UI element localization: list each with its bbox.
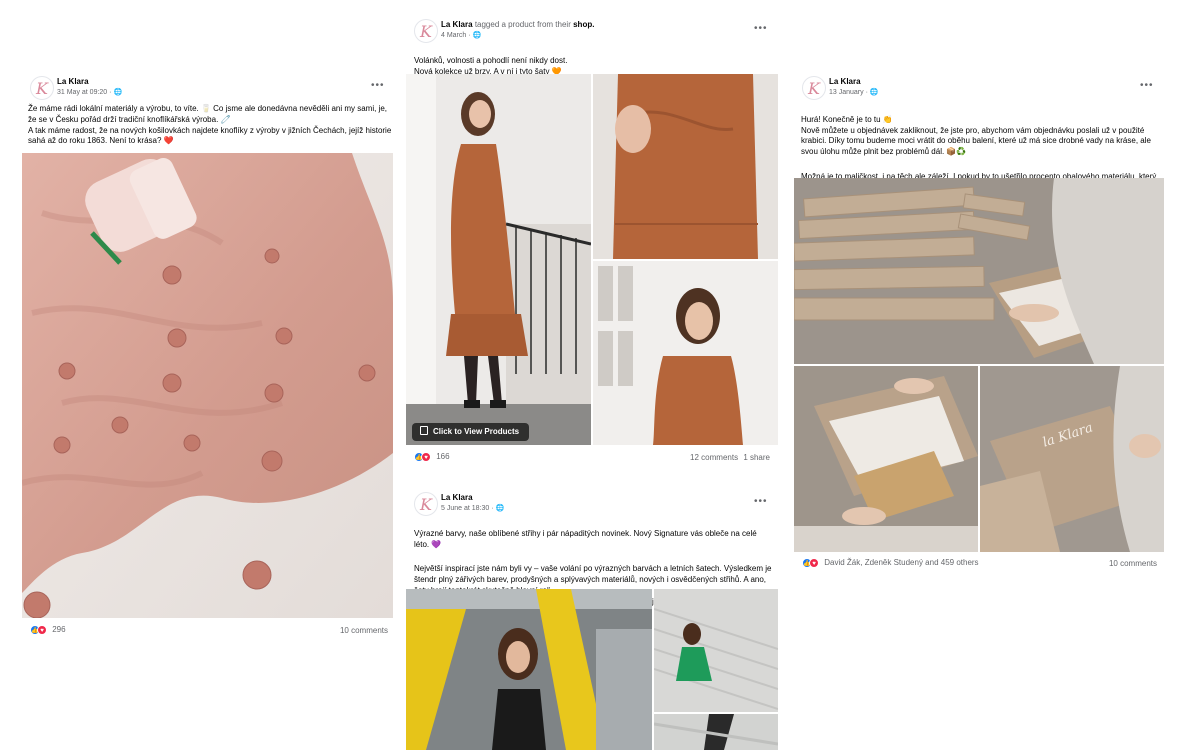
- post-photo-portrait[interactable]: [593, 261, 778, 445]
- globe-icon: 🌐: [472, 32, 482, 39]
- post-photo-side-1[interactable]: [654, 589, 778, 712]
- post-date[interactable]: 31 May at 09:20: [57, 89, 107, 96]
- box-logo-photo: [980, 366, 1164, 552]
- post-photo-bottom-left[interactable]: [794, 366, 978, 552]
- more-options-icon[interactable]: •••: [1140, 80, 1154, 91]
- post-date[interactable]: 13 January: [829, 89, 864, 96]
- shopping-bag-icon: [420, 426, 428, 435]
- page-avatar[interactable]: K: [414, 19, 438, 43]
- post-photo-detail[interactable]: [593, 74, 778, 259]
- comments-count[interactable]: 12 comments: [690, 453, 738, 462]
- love-icon: ♥: [809, 558, 819, 568]
- black-dress-photo: [406, 589, 652, 750]
- page-avatar[interactable]: K: [802, 76, 826, 100]
- comments-count[interactable]: 10 comments: [340, 626, 388, 635]
- more-options-icon[interactable]: •••: [754, 496, 768, 507]
- reaction-count: 166: [436, 452, 450, 462]
- view-products-button[interactable]: Click to View Products: [412, 423, 530, 441]
- post-paragraph: Že máme rádi lokální materiály a výrobu,…: [28, 104, 388, 124]
- post-date[interactable]: 5 June at 18:30: [441, 505, 489, 512]
- globe-icon: 🌐: [495, 505, 505, 512]
- post-photo-main[interactable]: Click to View Products: [406, 74, 591, 445]
- green-dress-photo: [654, 589, 778, 712]
- post-text: Že máme rádi lokální materiály a výrobu,…: [28, 104, 392, 150]
- post-date[interactable]: 4 March: [441, 32, 466, 39]
- post-photo-main[interactable]: [794, 178, 1164, 364]
- stacked-boxes-photo: [794, 178, 1164, 364]
- reactions-summary[interactable]: 👍♥ 166: [414, 452, 450, 462]
- author-name[interactable]: La Klara: [57, 77, 89, 86]
- more-options-icon[interactable]: •••: [371, 80, 385, 91]
- author-name[interactable]: La Klara: [441, 493, 473, 502]
- post-paragraph: Hurá! Konečně je to tu 👏 Nově můžete u o…: [801, 114, 1151, 157]
- reaction-count: 296: [52, 625, 66, 635]
- author-name[interactable]: La Klara: [829, 77, 861, 86]
- post-header: K La Klara 31 May at 09:20 · 🌐 •••: [22, 74, 394, 108]
- post-paragraph: A tak máme radost, že na nových košilovk…: [28, 125, 392, 146]
- fabric-buttons-photo: [22, 153, 393, 618]
- post-photo-main[interactable]: [406, 589, 652, 750]
- post-boxes: K La Klara 13 January · 🌐 ••• Hurá! Kone…: [794, 74, 1164, 574]
- box-unpack-photo: [794, 366, 978, 552]
- more-options-icon[interactable]: •••: [754, 23, 768, 34]
- love-icon: ♥: [37, 625, 47, 635]
- shares-count[interactable]: 1 share: [743, 453, 770, 462]
- reactions-summary[interactable]: 👍♥ 296: [30, 625, 66, 635]
- post-photo-bottom-right[interactable]: la Klara: [980, 366, 1164, 552]
- side-photo-2: [654, 714, 778, 750]
- globe-icon: 🌐: [113, 89, 123, 96]
- post-dress: K La Klara tagged a product from their s…: [406, 17, 778, 472]
- dress-portrait-photo: [593, 261, 778, 445]
- reactors-names: David Žák, Zdeněk Studený and 459 others: [824, 558, 979, 568]
- cta-label: Click to View Products: [433, 427, 520, 436]
- tagged-text: tagged a product from their: [474, 20, 571, 29]
- shop-link[interactable]: shop.: [573, 20, 594, 29]
- dress-full-photo: [406, 74, 591, 445]
- post-photo[interactable]: [22, 153, 393, 618]
- post-paragraph: Výrazné barvy, naše oblíbené střihy i pá…: [414, 528, 757, 549]
- reactions-summary[interactable]: 👍♥ David Žák, Zdeněk Studený and 459 oth…: [802, 558, 979, 568]
- dress-detail-photo: [593, 74, 778, 259]
- love-icon: ♥: [421, 452, 431, 462]
- globe-icon: 🌐: [869, 89, 879, 96]
- author-name[interactable]: La Klara: [441, 20, 473, 29]
- post-header: K La Klara 13 January · 🌐 •••: [794, 74, 1164, 108]
- comments-count[interactable]: 10 comments: [1109, 559, 1157, 568]
- post-buttons: K La Klara 31 May at 09:20 · 🌐 ••• Že má…: [22, 74, 394, 644]
- post-photo-side-2[interactable]: [654, 714, 778, 750]
- page-avatar[interactable]: K: [30, 76, 54, 100]
- post-summer-collection: K La Klara 5 June at 18:30 · 🌐 ••• Výraz…: [406, 490, 778, 750]
- page-avatar[interactable]: K: [414, 492, 438, 516]
